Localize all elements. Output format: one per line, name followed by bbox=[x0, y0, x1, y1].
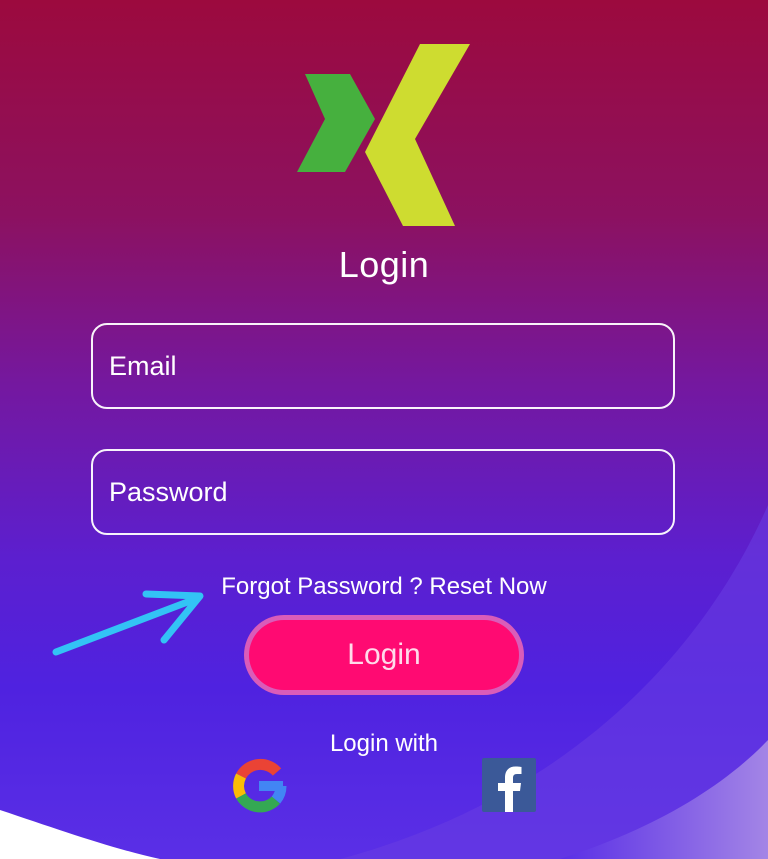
forgot-password-link[interactable]: Forgot Password ? Reset Now bbox=[221, 573, 546, 600]
email-field[interactable] bbox=[93, 325, 673, 407]
password-field[interactable] bbox=[93, 451, 673, 533]
password-field-wrapper bbox=[91, 449, 675, 535]
forgot-password-link-wrapper: Forgot Password ? Reset Now bbox=[0, 573, 768, 601]
login-with-label: Login with bbox=[329, 730, 439, 757]
page-title: Login bbox=[338, 244, 430, 285]
email-field-wrapper bbox=[91, 323, 675, 409]
xing-logo-icon bbox=[297, 44, 470, 226]
google-icon[interactable] bbox=[230, 757, 288, 815]
login-button[interactable]: Login bbox=[244, 615, 524, 695]
login-screen: Login Forgot Password ? Reset Now Login … bbox=[0, 0, 768, 859]
facebook-icon[interactable] bbox=[482, 758, 536, 812]
